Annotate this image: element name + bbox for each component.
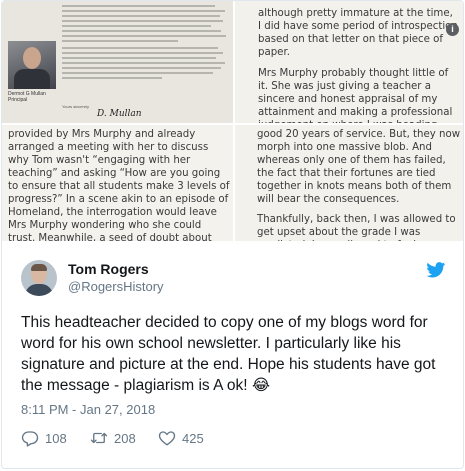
twitter-bird-icon[interactable] — [426, 262, 446, 278]
principal-photo — [8, 41, 56, 89]
blog-paragraph: provided by Mrs Murphy and already arran… — [8, 129, 230, 241]
media-tile-newsletter[interactable]: Dermot G Mullan Principal Yours sincerel… — [2, 1, 233, 123]
author-name[interactable]: Tom Rogers — [68, 261, 149, 277]
info-icon[interactable]: i — [446, 23, 459, 36]
tweet-embed-card: Dermot G Mullan Principal Yours sincerel… — [1, 0, 464, 469]
blog-paragraph: Thankfully, back then, I was allowed to … — [257, 214, 456, 241]
media-tile-blog-1[interactable]: although pretty immature at the time, I … — [235, 1, 463, 123]
media-tile-blog-3[interactable]: good 20 years of service. But, they now … — [235, 125, 463, 241]
retweet-button[interactable]: 208 — [90, 428, 136, 448]
retweet-count: 208 — [114, 430, 136, 446]
like-count: 425 — [182, 430, 204, 446]
reply-count: 108 — [45, 430, 67, 446]
tweet-timestamp[interactable]: 8:11 PM - Jan 27, 2018 — [21, 402, 155, 417]
retweet-icon — [90, 432, 108, 444]
newsletter-text-block — [62, 5, 228, 82]
blog-paragraph: Mrs Murphy probably thought little of it… — [258, 68, 453, 123]
tweet-media-grid[interactable]: Dermot G Mullan Principal Yours sincerel… — [2, 1, 463, 241]
principal-signature: D. Mullan — [97, 109, 142, 119]
tweet-text: This headteacher decided to copy one of … — [21, 314, 436, 394]
reply-button[interactable]: 108 — [21, 428, 67, 448]
tweet-author: Tom Rogers @RogersHistory — [21, 260, 446, 300]
photo-caption: Dermot G Mullan Principal — [8, 91, 46, 103]
blog-paragraph: although pretty immature at the time, I … — [258, 8, 458, 58]
reply-icon — [21, 431, 39, 447]
blog-excerpt: provided by Mrs Murphy and already arran… — [8, 128, 230, 241]
blog-paragraph: good 20 years of service. But, they now … — [257, 129, 461, 205]
signature-label: Yours sincerely — [62, 104, 89, 109]
author-handle[interactable]: @RogersHistory — [68, 279, 164, 294]
heart-icon — [158, 431, 176, 446]
media-tile-blog-2[interactable]: provided by Mrs Murphy and already arran… — [2, 125, 233, 241]
blog-excerpt: good 20 years of service. But, they now … — [257, 128, 461, 241]
avatar[interactable] — [21, 260, 57, 296]
like-button[interactable]: 425 — [158, 428, 204, 448]
blog-excerpt: although pretty immature at the time, I … — [258, 7, 458, 123]
